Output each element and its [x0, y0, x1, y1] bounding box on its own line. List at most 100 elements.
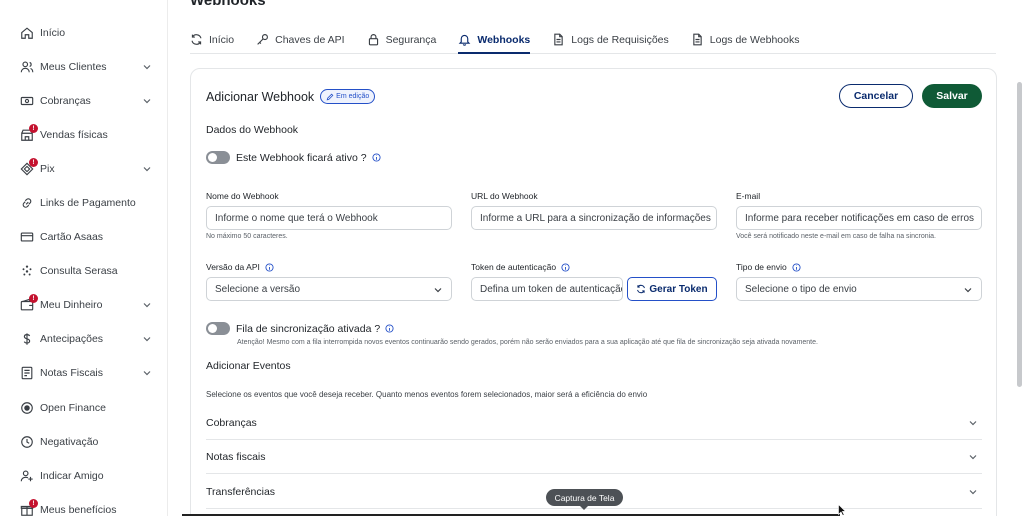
add-user-icon — [20, 469, 34, 483]
page-scrollbar[interactable] — [1017, 82, 1022, 387]
chevron-down-icon — [963, 285, 973, 295]
info-icon[interactable] — [792, 262, 801, 272]
info-icon[interactable] — [561, 262, 570, 272]
webhook-url-label: URL do Webhook — [471, 191, 538, 201]
email-label: E-mail — [736, 191, 761, 201]
add-webhook-card: Adicionar Webhook Em edição Cancelar Sal… — [190, 68, 997, 516]
sidebar-item-inicio[interactable]: Início — [20, 22, 156, 44]
editing-badge: Em edição — [320, 89, 376, 104]
sidebar-item-notas-fiscais[interactable]: Notas Fiscais — [20, 362, 156, 384]
sidebar-item-label: Pix — [40, 163, 55, 175]
api-version-select-value: Selecione a versão — [215, 283, 301, 295]
cancel-button[interactable]: Cancelar — [839, 84, 913, 108]
active-toggle[interactable] — [206, 151, 230, 164]
dollar-icon — [20, 332, 34, 346]
webhook-name-label: Nome do Webhook — [206, 191, 279, 201]
tab-label: Webhooks — [477, 33, 531, 46]
money-icon — [20, 94, 34, 108]
key-icon — [257, 34, 269, 45]
tab-label: Início — [209, 33, 235, 46]
queue-toggle-row: Fila de sincronização ativada ? — [206, 322, 394, 335]
sidebar-item-open-finance[interactable]: Open Finance — [20, 397, 156, 419]
page-title: Webhooks — [190, 0, 266, 9]
chevron-down-icon — [142, 368, 152, 378]
chevron-down-icon — [433, 285, 443, 295]
info-icon[interactable] — [265, 262, 274, 272]
sidebar-item-meus-beneficios[interactable]: ! Meus benefícios — [20, 499, 156, 516]
queue-toggle-label: Fila de sincronização ativada ? — [236, 322, 381, 335]
sidebar-item-vendas-fisicas[interactable]: ! Vendas físicas — [20, 124, 156, 146]
tab-seguranca[interactable]: Segurança — [367, 26, 436, 53]
card-title: Adicionar Webhook Em edição — [206, 89, 376, 104]
events-section-title: Adicionar Eventos — [206, 360, 291, 372]
event-group-label: Transferências — [206, 485, 276, 498]
negativation-icon — [20, 435, 34, 449]
sidebar-item-meus-clientes[interactable]: Meus Clientes — [20, 56, 156, 78]
store-icon: ! — [20, 124, 38, 142]
chevron-down-icon — [968, 452, 978, 462]
sidebar-item-cartao-asaas[interactable]: Cartão Asaas — [20, 226, 156, 248]
api-version-label: Versão da API — [206, 262, 274, 272]
sidebar-item-antecipacoes[interactable]: Antecipações — [20, 328, 156, 350]
email-input[interactable]: Informe para receber notificações em cas… — [736, 206, 982, 230]
refresh-icon — [191, 34, 202, 45]
sidebar-item-label: Cartão Asaas — [40, 231, 104, 243]
webhook-data-section-title: Dados do Webhook — [206, 124, 299, 136]
invoice-icon — [20, 366, 34, 380]
sidebar-item-consulta-serasa[interactable]: Consulta Serasa — [20, 260, 156, 282]
chevron-down-icon — [142, 96, 152, 106]
editing-badge-label: Em edição — [336, 93, 370, 100]
chevron-down-icon — [968, 418, 978, 428]
link-icon — [20, 196, 34, 210]
generate-token-label: Gerar Token — [649, 283, 708, 295]
sidebar-item-label: Links de Pagamento — [40, 197, 136, 209]
chevron-down-icon — [142, 300, 152, 310]
screenshot-tooltip: Captura de Tela — [546, 489, 623, 510]
sidebar-item-label: Meu Dinheiro — [40, 299, 103, 311]
card-icon — [20, 230, 34, 244]
wallet-icon: ! — [20, 294, 38, 312]
openfinance-icon — [20, 401, 34, 415]
info-icon[interactable] — [371, 153, 381, 162]
api-version-select[interactable]: Selecione a versão — [206, 277, 452, 301]
token-label-text: Token de autenticação — [471, 262, 557, 272]
sidebar-item-negativacao[interactable]: Negativação — [20, 431, 156, 453]
sidebar-item-meu-dinheiro[interactable]: ! Meu Dinheiro — [20, 294, 156, 316]
tab-inicio[interactable]: Início — [190, 26, 234, 53]
event-group-notas-fiscais[interactable]: Notas fiscais — [206, 440, 982, 474]
generate-token-button[interactable]: Gerar Token — [627, 277, 717, 301]
sidebar-item-label: Meus benefícios — [40, 504, 117, 516]
tab-logs-webhooks[interactable]: Logs de Webhooks — [691, 26, 799, 53]
send-type-label: Tipo de envio — [736, 262, 801, 272]
token-input[interactable]: Defina um token de autenticação — [471, 277, 623, 301]
chevron-down-icon — [142, 334, 152, 344]
chevron-down-icon — [142, 164, 152, 174]
sidebar-item-label: Negativação — [40, 436, 99, 448]
send-type-select-value: Selecione o tipo de envio — [745, 283, 857, 295]
sidebar-item-indicar-amigo[interactable]: Indicar Amigo — [20, 465, 156, 487]
lock-icon — [368, 34, 378, 46]
alert-badge: ! — [29, 294, 38, 303]
tab-logs-requisicoes[interactable]: Logs de Requisições — [552, 26, 669, 53]
webhook-name-input[interactable]: Informe o nome que terá o Webhook — [206, 206, 452, 230]
save-button[interactable]: Salvar — [922, 84, 982, 108]
active-toggle-row: Este Webhook ficará ativo ? — [206, 151, 381, 164]
info-icon[interactable] — [385, 324, 394, 333]
tab-bar: Início Chaves de API Segurança Webhooks … — [190, 26, 996, 54]
sidebar-item-cobrancas[interactable]: Cobranças — [20, 90, 156, 112]
queue-warning: Atenção! Mesmo com a fila interrompida n… — [237, 339, 818, 346]
tab-webhooks[interactable]: Webhooks — [458, 26, 531, 54]
webhook-url-input[interactable]: Informe a URL para a sincronização de in… — [471, 206, 717, 230]
send-type-select[interactable]: Selecione o tipo de envio — [736, 277, 982, 301]
pencil-icon — [326, 93, 334, 100]
refresh-icon — [637, 284, 646, 294]
event-group-cobrancas[interactable]: Cobranças — [206, 406, 982, 440]
sidebar-item-pix[interactable]: ! Pix — [20, 158, 156, 180]
tab-chaves-api[interactable]: Chaves de API — [256, 26, 345, 53]
queue-toggle[interactable] — [206, 322, 230, 335]
token-label: Token de autenticação — [471, 262, 570, 272]
sidebar-item-links-pagamento[interactable]: Links de Pagamento — [20, 192, 156, 214]
sidebar-item-label: Início — [40, 27, 66, 39]
sidebar-item-label: Open Finance — [40, 402, 106, 414]
alert-badge: ! — [29, 124, 38, 133]
